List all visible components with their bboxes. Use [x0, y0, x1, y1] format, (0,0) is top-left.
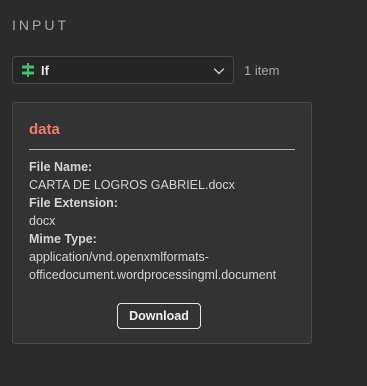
node-select-dropdown[interactable]: If — [12, 56, 234, 84]
if-node-icon — [21, 63, 35, 77]
chevron-down-icon — [213, 64, 225, 76]
divider — [29, 149, 295, 150]
panel-title: INPUT — [12, 17, 69, 33]
mime-type-value: application/vnd.openxmlformats-officedoc… — [29, 250, 277, 282]
item-count: 1 item — [244, 63, 280, 78]
mime-type-label: Mime Type: — [29, 232, 97, 246]
file-metadata: File Name: CARTA DE LOGROS GABRIEL.docx … — [29, 158, 301, 284]
file-name-value: CARTA DE LOGROS GABRIEL.docx — [29, 178, 235, 192]
card-title: data — [29, 121, 60, 138]
node-select-label: If — [41, 62, 49, 78]
binary-data-card: data File Name: CARTA DE LOGROS GABRIEL.… — [12, 102, 312, 344]
file-extension-value: docx — [29, 214, 56, 228]
file-extension-label: File Extension: — [29, 196, 118, 210]
file-name-label: File Name: — [29, 160, 93, 174]
download-button[interactable]: Download — [117, 303, 201, 329]
